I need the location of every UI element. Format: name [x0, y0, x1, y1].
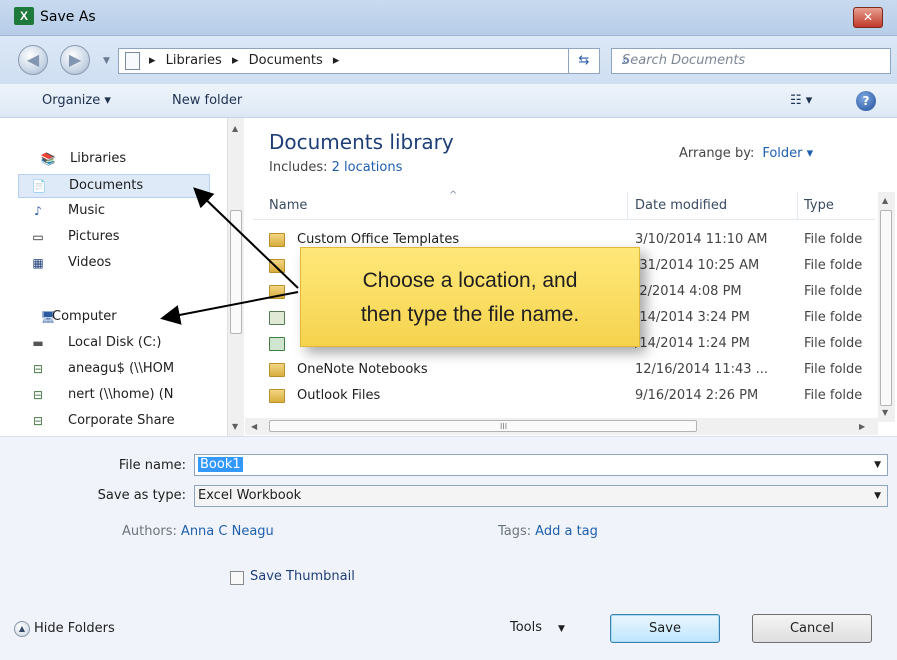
save-as-type-select[interactable]: Excel Workbook ▼ [194, 485, 888, 507]
tags-field: Tags: Add a tag [498, 524, 598, 539]
save-as-type-label: Save as type: [97, 488, 186, 503]
save-thumbnail-label[interactable]: Save Thumbnail [250, 569, 355, 584]
tools-button[interactable]: Tools ▼ [510, 620, 565, 635]
collapse-icon[interactable]: ▲ [14, 621, 30, 637]
chevron-down-icon[interactable]: ▼ [874, 491, 881, 501]
tags-value[interactable]: Add a tag [535, 524, 598, 539]
save-button[interactable]: Save [610, 614, 720, 643]
file-name-label: File name: [118, 458, 186, 473]
save-as-type-value: Excel Workbook [198, 488, 302, 503]
cancel-button[interactable]: Cancel [752, 614, 872, 643]
file-name-input[interactable]: Book1 ▼ [194, 454, 888, 476]
hide-folders-button[interactable]: Hide Folders [34, 621, 115, 636]
save-as-dialog: X Save As ✕ ◀ ▶ ▼ ▸ Libraries ▸ Document… [0, 0, 897, 660]
save-thumbnail-checkbox[interactable] [230, 571, 244, 585]
file-name-value: Book1 [198, 457, 243, 472]
authors-field: Authors: Anna C Neagu [122, 524, 274, 539]
authors-value[interactable]: Anna C Neagu [181, 524, 274, 539]
chevron-down-icon: ▼ [558, 624, 565, 634]
chevron-down-icon[interactable]: ▼ [874, 460, 881, 470]
